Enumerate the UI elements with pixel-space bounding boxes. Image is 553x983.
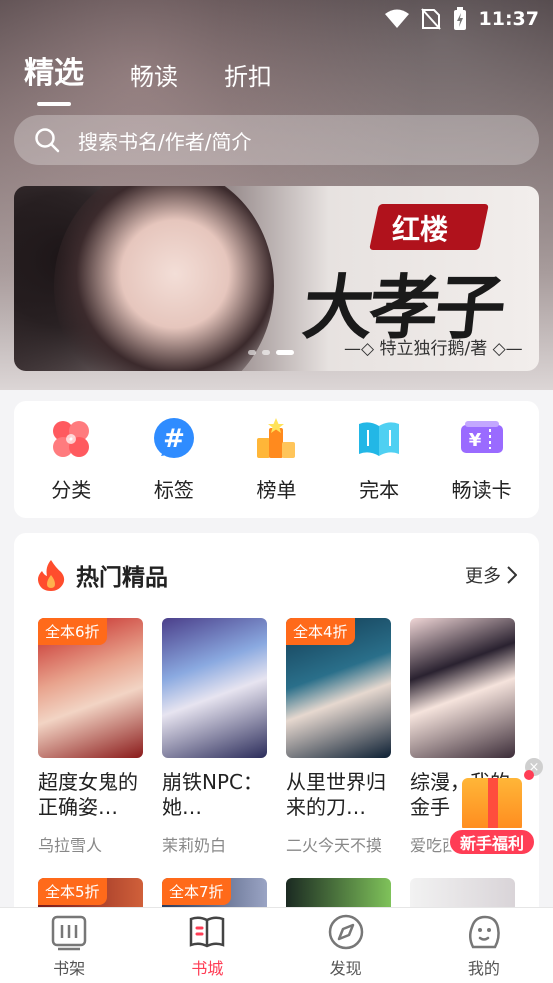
chevron-right-icon [507,566,517,584]
status-time: 11:37 [478,8,539,30]
banner-pagination [248,350,294,355]
category-read-card[interactable]: ¥ 畅读卡 [437,416,527,503]
book-title: 从里世界归来的刀… [286,770,386,819]
nav-label: 书架 [53,958,86,978]
book-cover: 全本4折 [286,618,391,758]
book-card[interactable]: 全本6折 超度女鬼的正确姿… 乌拉雪人 [38,618,143,856]
bookstore-icon [190,915,225,947]
discount-badge: 全本5折 [38,878,107,905]
category-completed[interactable]: 完本 [334,416,424,503]
discount-badge: 全本6折 [38,618,107,645]
category-label: 标签 [153,478,194,502]
gift-label: 新手福利 [448,828,536,856]
category-classify[interactable]: 分类 [26,416,116,503]
nav-label: 我的 [467,958,500,978]
book-list: 全本6折 超度女鬼的正确姿… 乌拉雪人 崩铁NPC：她… 茉莉奶白 全本4折 从… [38,618,515,856]
bottom-nav: 书架 书城 发现 我的 [0,907,553,983]
discount-badge: 全本7折 [162,878,231,905]
more-label: 更多 [465,566,501,587]
category-label: 畅读卡 [451,478,512,502]
no-sim-icon [420,8,441,30]
banner-carousel[interactable]: 红楼 大孝子 —◇ 特立独行鹅/著 ◇— [14,186,539,371]
fire-icon [38,560,65,591]
clover-icon [53,421,90,457]
book-open-icon [359,422,400,456]
nav-profile[interactable]: 我的 [434,913,534,979]
section-title: 热门精品 [36,558,168,592]
book-card[interactable]: 崩铁NPC：她… 茉莉奶白 [162,618,267,856]
category-label: 完本 [359,478,400,502]
tab-free-read[interactable]: 畅读 [130,57,178,92]
search-placeholder: 搜索书名/作者/简介 [78,129,252,154]
tab-discount[interactable]: 折扣 [224,57,272,92]
status-bar: 11:37 [0,0,553,38]
search-icon [35,128,60,153]
category-tags[interactable]: # 标签 [129,416,219,503]
banner-tag: 红楼 [392,213,449,246]
nav-bookstore[interactable]: 书城 [157,913,257,979]
nav-label: 发现 [329,958,362,978]
yen-card-icon: ¥ [460,421,503,453]
book-cover [162,618,267,758]
battery-icon [453,7,466,30]
newbie-gift-float[interactable]: × 新手福利 [448,758,543,858]
notification-dot [524,770,534,780]
book-title: 超度女鬼的正确姿… [38,770,138,819]
bookshelf-icon [51,915,87,950]
category-rankings[interactable]: 榜单 [231,416,321,503]
discount-badge: 全本4折 [286,618,355,645]
section-header: 热门精品 更多 [36,555,517,595]
svg-text:¥: ¥ [468,430,481,451]
podium-icon [257,418,296,458]
book-cover: 全本6折 [38,618,143,758]
compass-icon [328,914,363,949]
category-label: 榜单 [256,478,297,502]
hot-section: 热门精品 更多 全本6折 超度女鬼的正确姿… 乌拉雪人 崩铁NPC：她… 茉莉奶… [14,533,539,953]
banner-author: —◇ 特立独行鹅/著 ◇— [344,339,523,359]
profile-icon [468,915,500,948]
svg-text:#: # [163,424,185,454]
wifi-icon [384,9,409,28]
tab-featured[interactable]: 精选 [24,48,84,92]
book-author: 茉莉奶白 [162,836,227,855]
book-author: 乌拉雪人 [38,836,103,855]
pagination-dot [248,350,256,355]
book-card[interactable]: 全本4折 从里世界归来的刀… 二火今天不摸 [286,618,391,856]
gift-ribbon [488,778,498,832]
section-title-text: 热门精品 [76,565,168,591]
banner-artwork-figure [54,186,274,371]
book-author: 二火今天不摸 [286,836,383,855]
nav-bookshelf[interactable]: 书架 [19,913,119,979]
more-button[interactable]: 更多 [465,562,517,588]
pagination-dot-active [276,350,294,355]
nav-discover[interactable]: 发现 [296,913,396,979]
top-tab-bar: 精选 畅读 折扣 [24,48,272,92]
book-cover [410,618,515,758]
nav-label: 书城 [191,958,224,978]
search-input[interactable]: 搜索书名/作者/简介 [14,115,539,165]
book-title: 崩铁NPC：她… [162,770,263,819]
category-grid: 分类 # 标签 榜单 完本 ¥ 畅读卡 [14,401,539,518]
category-label: 分类 [51,478,92,502]
hashtag-icon: # [153,418,194,458]
pagination-dot [262,350,270,355]
